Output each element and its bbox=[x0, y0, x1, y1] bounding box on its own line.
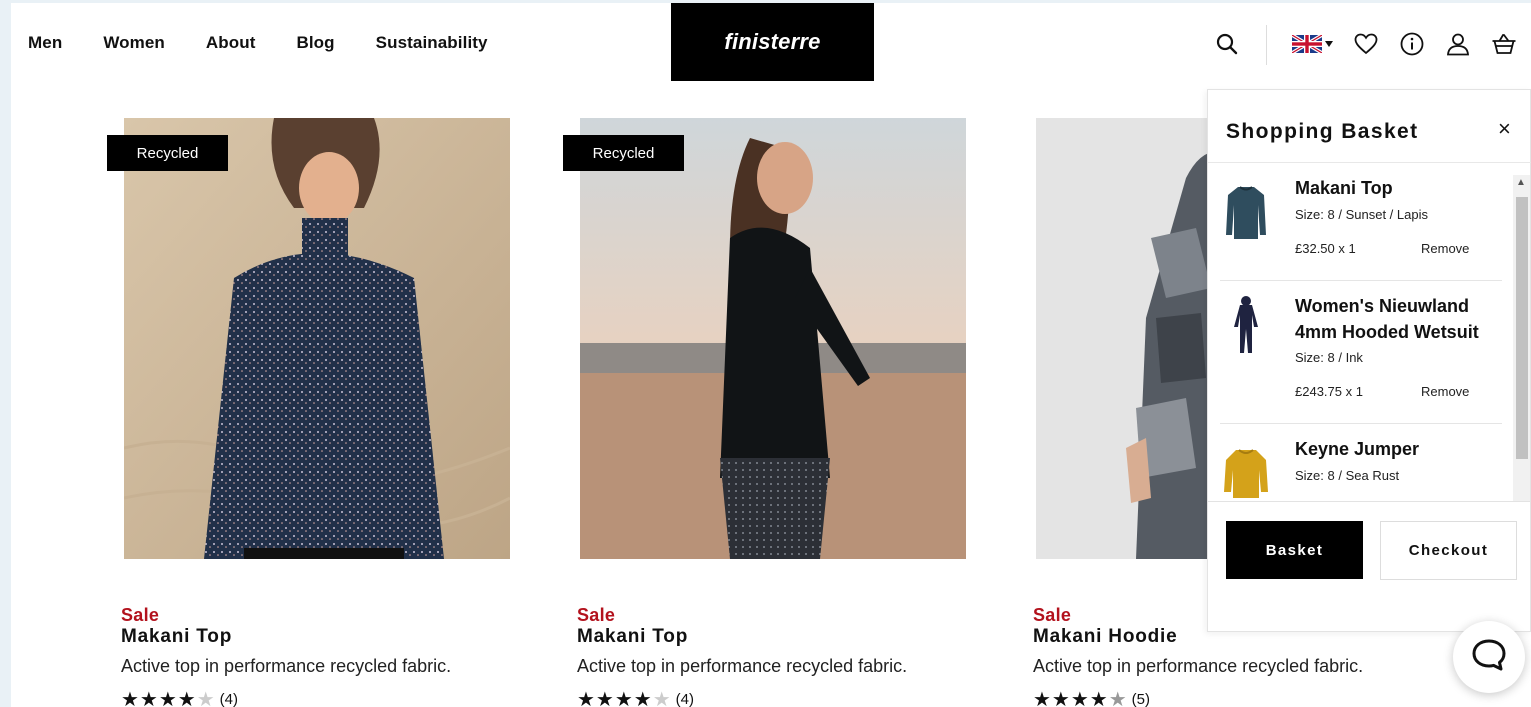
basket-icon[interactable] bbox=[1491, 31, 1517, 57]
item-thumbnail[interactable] bbox=[1224, 183, 1268, 243]
scroll-up-icon[interactable]: ▲ bbox=[1516, 177, 1526, 188]
item-thumbnail[interactable] bbox=[1224, 295, 1268, 355]
info-icon[interactable] bbox=[1399, 31, 1425, 57]
heart-icon[interactable] bbox=[1353, 31, 1379, 57]
nav-blog[interactable]: Blog bbox=[296, 33, 334, 53]
shopping-basket-panel: Shopping Basket × Makani Top Size: 8 / S… bbox=[1207, 89, 1531, 632]
recycled-badge: Recycled bbox=[107, 135, 228, 171]
rating-stars: ★★★★★ (5) bbox=[1033, 689, 1150, 707]
item-size: Size: 8 / Sea Rust bbox=[1295, 468, 1400, 483]
product-info: Sale Makani Top Active top in performanc… bbox=[577, 605, 997, 707]
product-image[interactable] bbox=[580, 118, 966, 559]
product-name[interactable]: Makani Top bbox=[577, 626, 997, 648]
divider bbox=[1220, 423, 1502, 424]
rating-stars: ★★★★★ (4) bbox=[121, 689, 238, 707]
product-description: Active top in performance recycled fabri… bbox=[577, 656, 908, 676]
chat-button[interactable] bbox=[1453, 621, 1525, 693]
divider bbox=[1208, 501, 1531, 502]
item-name[interactable]: Makani Top bbox=[1295, 175, 1495, 201]
item-size: Size: 8 / Ink bbox=[1295, 350, 1363, 365]
brand-logo[interactable]: finisterre bbox=[671, 3, 874, 81]
product-info: Sale Makani Top Active top in performanc… bbox=[121, 605, 541, 707]
basket-items-list[interactable]: Makani Top Size: 8 / Sunset / Lapis £32.… bbox=[1208, 163, 1531, 501]
sale-label: Sale bbox=[577, 605, 616, 625]
divider bbox=[1220, 280, 1502, 281]
remove-button[interactable]: Remove bbox=[1421, 241, 1469, 256]
recycled-badge: Recycled bbox=[563, 135, 684, 171]
basket-scrollbar[interactable]: ▲ bbox=[1513, 175, 1530, 501]
item-price: £32.50 x 1 bbox=[1295, 241, 1356, 256]
product-description: Active top in performance recycled fabri… bbox=[121, 656, 452, 676]
scrollbar-thumb[interactable] bbox=[1516, 197, 1528, 459]
rating-count: (5) bbox=[1131, 691, 1150, 707]
item-thumbnail[interactable] bbox=[1224, 444, 1268, 501]
rating-count: (4) bbox=[219, 691, 238, 707]
page: Men Women About Blog Sustainability fini… bbox=[11, 3, 1531, 707]
chat-icon bbox=[1471, 638, 1507, 677]
item-name[interactable]: Women's Nieuwland 4mm Hooded Wetsuit bbox=[1295, 293, 1495, 345]
product-description: Active top in performance recycled fabri… bbox=[1033, 656, 1364, 676]
item-size: Size: 8 / Sunset / Lapis bbox=[1295, 207, 1428, 222]
search-icon[interactable] bbox=[1214, 31, 1240, 57]
product-name[interactable]: Makani Top bbox=[121, 626, 541, 648]
sale-label: Sale bbox=[121, 605, 160, 625]
nav-men[interactable]: Men bbox=[28, 33, 62, 53]
product-image[interactable] bbox=[124, 118, 510, 559]
item-price: £243.75 x 1 bbox=[1295, 384, 1363, 399]
basket-title: Shopping Basket bbox=[1226, 120, 1419, 143]
basket-button[interactable]: Basket bbox=[1226, 521, 1363, 579]
main-nav: Men Women About Blog Sustainability bbox=[28, 33, 529, 53]
rating-stars: ★★★★★ (4) bbox=[577, 689, 694, 707]
item-name[interactable]: Keyne Jumper bbox=[1295, 436, 1495, 462]
nav-about[interactable]: About bbox=[206, 33, 256, 53]
nav-sustainability[interactable]: Sustainability bbox=[376, 33, 488, 53]
rating-count: (4) bbox=[675, 691, 694, 707]
nav-women[interactable]: Women bbox=[103, 33, 165, 53]
remove-button[interactable]: Remove bbox=[1421, 384, 1469, 399]
header-divider bbox=[1266, 25, 1267, 65]
checkout-button[interactable]: Checkout bbox=[1380, 521, 1517, 580]
uk-flag-icon[interactable] bbox=[1289, 31, 1335, 57]
account-icon[interactable] bbox=[1445, 31, 1471, 57]
close-icon[interactable]: × bbox=[1498, 116, 1511, 142]
